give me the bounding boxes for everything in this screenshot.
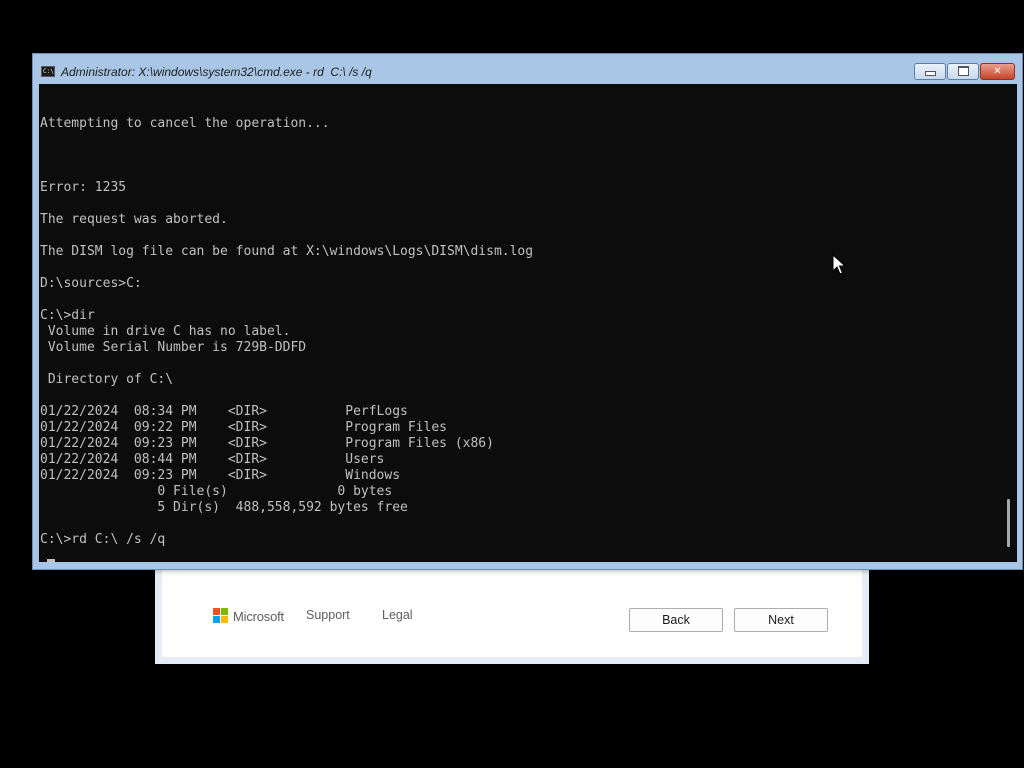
logo-square [221, 616, 228, 623]
console-line: 01/22/2024 09:23 PM <DIR> Program Files … [40, 436, 494, 451]
console-line: C:\>dir [40, 308, 95, 323]
console-text: Attempting to cancel the operation... Err… [40, 84, 533, 548]
microsoft-brand-text: Microsoft [233, 608, 284, 624]
microsoft-logo-icon [213, 608, 229, 624]
console-output[interactable]: Attempting to cancel the operation... Err… [39, 84, 1000, 562]
scrollbar-thumb[interactable] [1007, 499, 1010, 547]
console-line: Volume in drive C has no label. [40, 324, 291, 339]
vertical-scrollbar[interactable] [1000, 84, 1017, 562]
console-line: C:\>rd C:\ /s /q [40, 532, 166, 547]
text-cursor [47, 559, 55, 562]
console-line: The request was aborted. [40, 212, 228, 227]
console-line: Error: 1235 [40, 180, 127, 195]
close-button[interactable]: ✕ [980, 63, 1015, 80]
minimize-icon [924, 70, 936, 76]
console-line: The DISM log file can be found at X:\win… [40, 244, 534, 259]
window-title: Administrator: X:\windows\system32\cmd.e… [61, 65, 372, 79]
mouse-pointer-icon [832, 254, 846, 275]
cmd-icon[interactable]: C:\ [41, 66, 55, 77]
legal-link[interactable]: Legal [382, 608, 413, 622]
console-line: 01/22/2024 09:23 PM <DIR> Windows [40, 468, 401, 483]
logo-square [213, 608, 220, 615]
close-icon: ✕ [993, 66, 1002, 77]
console-line: Attempting to cancel the operation... [40, 116, 330, 131]
console-line: 5 Dir(s) 488,558,592 bytes free [40, 500, 408, 515]
console-line: D:\sources>C: [40, 276, 142, 291]
setup-footer: Microsoft Support Legal Back Next [162, 560, 862, 657]
back-button[interactable]: Back [629, 608, 723, 632]
microsoft-logo: Microsoft [213, 608, 284, 624]
console-line: 01/22/2024 08:44 PM <DIR> Users [40, 452, 385, 467]
next-button[interactable]: Next [734, 608, 828, 632]
maximize-icon [957, 66, 969, 76]
console-line: Directory of C:\ [40, 372, 174, 387]
windows-setup-window: Microsoft Support Legal Back Next [155, 560, 869, 664]
console-line: 01/22/2024 08:34 PM <DIR> PerfLogs [40, 404, 408, 419]
logo-square [213, 616, 220, 623]
logo-square [221, 608, 228, 615]
support-link[interactable]: Support [306, 608, 350, 622]
maximize-button[interactable] [947, 63, 979, 80]
minimize-button[interactable] [914, 63, 946, 80]
console-line: 0 File(s) 0 bytes [40, 484, 393, 499]
command-prompt-window: C:\ Administrator: X:\windows\system32\c… [32, 53, 1023, 570]
title-bar[interactable]: C:\ Administrator: X:\windows\system32\c… [33, 54, 1022, 84]
console-line: Volume Serial Number is 729B-DDFD [40, 340, 307, 355]
console-line: 01/22/2024 09:22 PM <DIR> Program Files [40, 420, 447, 435]
